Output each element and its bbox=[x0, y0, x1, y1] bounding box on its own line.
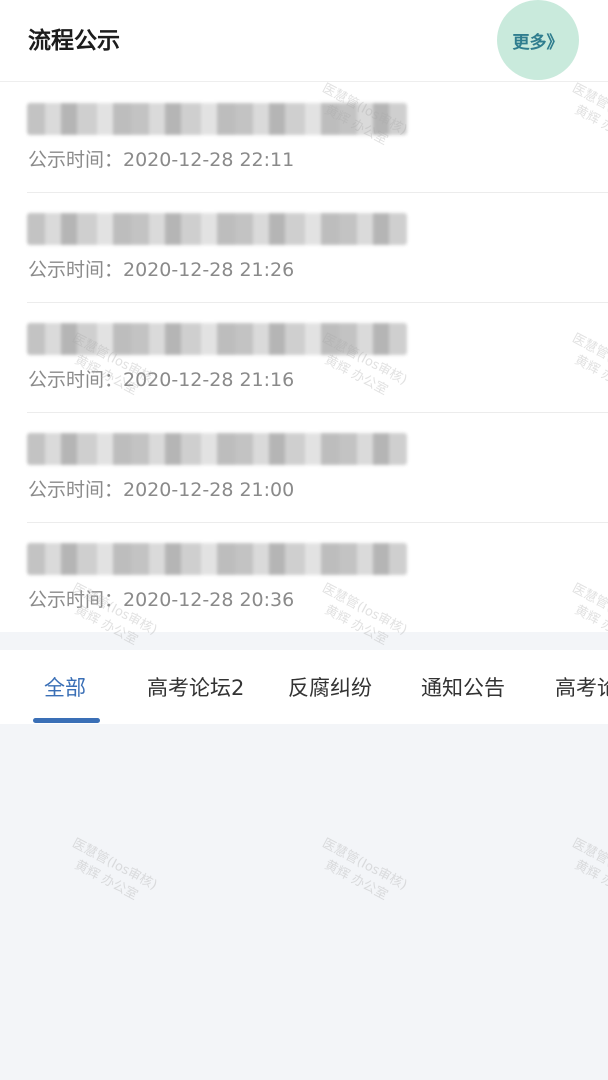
notice-title-redacted bbox=[27, 433, 407, 465]
notice-item[interactable]: 公示时间：2020-12-28 22:11 bbox=[0, 83, 608, 193]
page: 流程公示 更多》 公示时间：2020-12-28 22:11 公示时间：2020… bbox=[0, 0, 608, 1080]
active-tab-indicator bbox=[33, 718, 100, 723]
process-notice-card: 流程公示 更多》 公示时间：2020-12-28 22:11 公示时间：2020… bbox=[0, 0, 608, 632]
notice-item[interactable]: 公示时间：2020-12-28 21:16 bbox=[0, 303, 608, 413]
card-header: 流程公示 更多》 bbox=[0, 0, 608, 82]
tab-forum-2[interactable]: 高考论坛2 bbox=[147, 674, 244, 702]
notice-item[interactable]: 公示时间：2020-12-28 21:26 bbox=[0, 193, 608, 303]
watermark: 医慧管(Ios审核)黄辉 办公室 bbox=[569, 835, 608, 904]
tab-anti-corruption[interactable]: 反腐纠纷 bbox=[288, 674, 372, 702]
more-button[interactable]: 更多》 bbox=[497, 0, 579, 80]
notice-title-redacted bbox=[27, 103, 407, 135]
notice-time: 公示时间：2020-12-28 21:00 bbox=[28, 479, 295, 501]
notice-time: 公示时间：2020-12-28 22:11 bbox=[28, 149, 295, 171]
notice-time: 公示时间：2020-12-28 21:26 bbox=[28, 259, 295, 281]
tab-notices[interactable]: 通知公告 bbox=[421, 674, 505, 702]
tab-all[interactable]: 全部 bbox=[44, 674, 86, 702]
notice-time: 公示时间：2020-12-28 20:36 bbox=[28, 589, 295, 611]
watermark: 医慧管(Ios审核)黄辉 办公室 bbox=[69, 835, 160, 904]
watermark: 医慧管(Ios审核)黄辉 办公室 bbox=[319, 835, 410, 904]
notice-item[interactable]: 公示时间：2020-12-28 21:00 bbox=[0, 413, 608, 523]
notice-title-redacted bbox=[27, 323, 407, 355]
notice-title-redacted bbox=[27, 543, 407, 575]
section-title: 流程公示 bbox=[28, 28, 120, 54]
notice-item[interactable]: 公示时间：2020-12-28 20:36 bbox=[0, 523, 608, 633]
category-tabs: 全部 高考论坛2 反腐纠纷 通知公告 高考论坛 bbox=[0, 650, 608, 724]
notice-list: 公示时间：2020-12-28 22:11 公示时间：2020-12-28 21… bbox=[0, 83, 608, 633]
notice-time: 公示时间：2020-12-28 21:16 bbox=[28, 369, 295, 391]
tab-forum[interactable]: 高考论坛 bbox=[555, 674, 608, 702]
notice-title-redacted bbox=[27, 213, 407, 245]
